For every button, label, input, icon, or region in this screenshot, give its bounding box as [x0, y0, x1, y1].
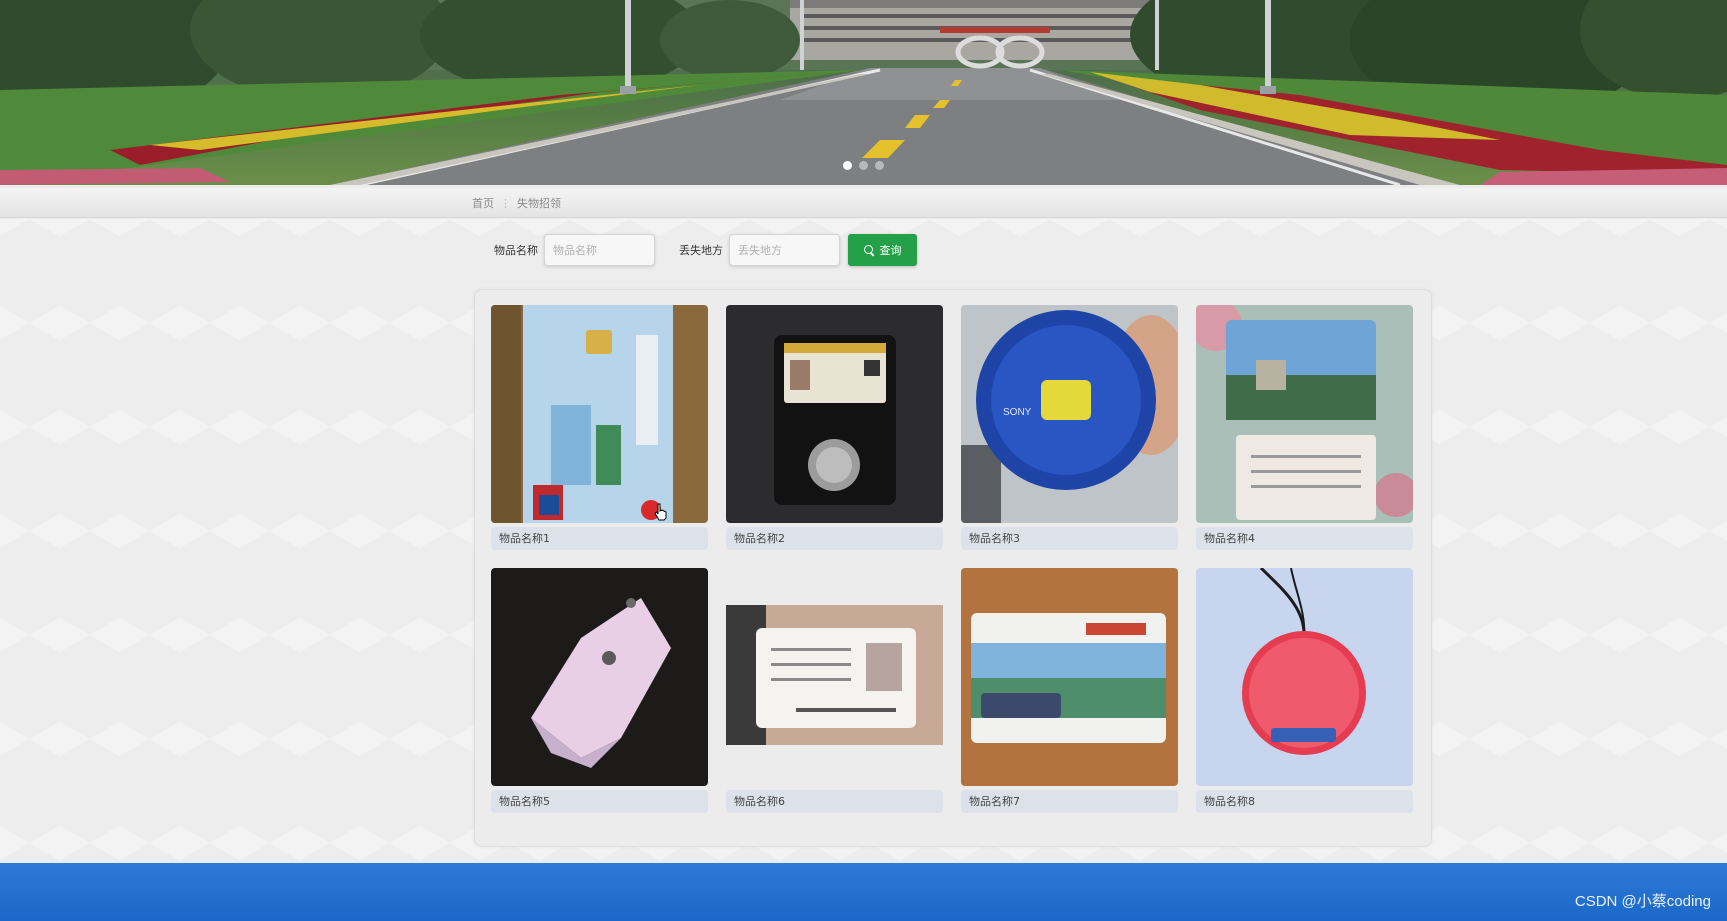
item-name-input[interactable]	[544, 234, 655, 266]
item-image-badge-wallet[interactable]	[726, 305, 943, 523]
banner-carousel[interactable]	[0, 0, 1727, 185]
carousel-dots	[0, 161, 1727, 170]
item-card[interactable]: 物品名称2	[726, 305, 943, 552]
item-card[interactable]: 物品名称7	[961, 568, 1178, 815]
item-name: 物品名称8	[1196, 790, 1413, 813]
item-image-bank-card[interactable]	[491, 305, 708, 523]
breadcrumb-home-link[interactable]: 首页	[472, 195, 494, 211]
item-image-round-tag[interactable]	[1196, 568, 1413, 786]
svg-text:SONY: SONY	[1003, 407, 1032, 418]
footer: CSDN @小蔡coding	[0, 863, 1727, 921]
item-image-id-card[interactable]	[726, 568, 943, 786]
item-name: 物品名称2	[726, 527, 943, 550]
lost-items-panel: 物品名称1 物品名称2 SONY 物品名称3 物品名称4 物品名称5 物品名称6…	[474, 289, 1432, 847]
item-image-bus-card[interactable]	[961, 568, 1178, 786]
breadcrumb-separator: ⋮	[500, 196, 511, 210]
lost-place-label: 丢失地方	[679, 244, 723, 257]
lost-items-grid: 物品名称1 物品名称2 SONY 物品名称3 物品名称4 物品名称5 物品名称6…	[491, 305, 1413, 815]
carousel-dot-2[interactable]	[859, 161, 868, 170]
banner-campus-image	[0, 0, 1727, 185]
hand-cursor-icon	[654, 503, 667, 521]
item-image-key-pouch[interactable]	[491, 568, 708, 786]
item-name: 物品名称7	[961, 790, 1178, 813]
item-card[interactable]: 物品名称8	[1196, 568, 1413, 815]
lost-place-input[interactable]	[729, 234, 840, 266]
breadcrumb-bar: 首页 ⋮ 失物招领	[0, 188, 1727, 218]
carousel-dot-3[interactable]	[875, 161, 884, 170]
item-image-transit-card[interactable]	[1196, 305, 1413, 523]
csdn-watermark: CSDN @小蔡coding	[1574, 893, 1711, 910]
item-card[interactable]: SONY 物品名称3	[961, 305, 1178, 552]
breadcrumb: 首页 ⋮ 失物招领	[472, 195, 561, 211]
search-button[interactable]: 查询	[848, 234, 917, 266]
search-form: 物品名称 丢失地方 查询	[494, 234, 917, 266]
breadcrumb-current: 失物招领	[517, 197, 561, 210]
item-name: 物品名称5	[491, 790, 708, 813]
item-card[interactable]: 物品名称6	[726, 568, 943, 815]
item-name: 物品名称3	[961, 527, 1178, 550]
search-button-label: 查询	[879, 244, 902, 257]
item-card[interactable]: 物品名称5	[491, 568, 708, 815]
item-name: 物品名称4	[1196, 527, 1413, 550]
item-card[interactable]: 物品名称1	[491, 305, 708, 552]
carousel-dot-1[interactable]	[843, 161, 852, 170]
item-name: 物品名称6	[726, 790, 943, 813]
item-card[interactable]: 物品名称4	[1196, 305, 1413, 552]
item-image-blue-case[interactable]: SONY	[961, 305, 1178, 523]
item-name: 物品名称1	[491, 527, 708, 550]
search-icon	[863, 245, 874, 255]
item-name-label: 物品名称	[494, 244, 538, 257]
